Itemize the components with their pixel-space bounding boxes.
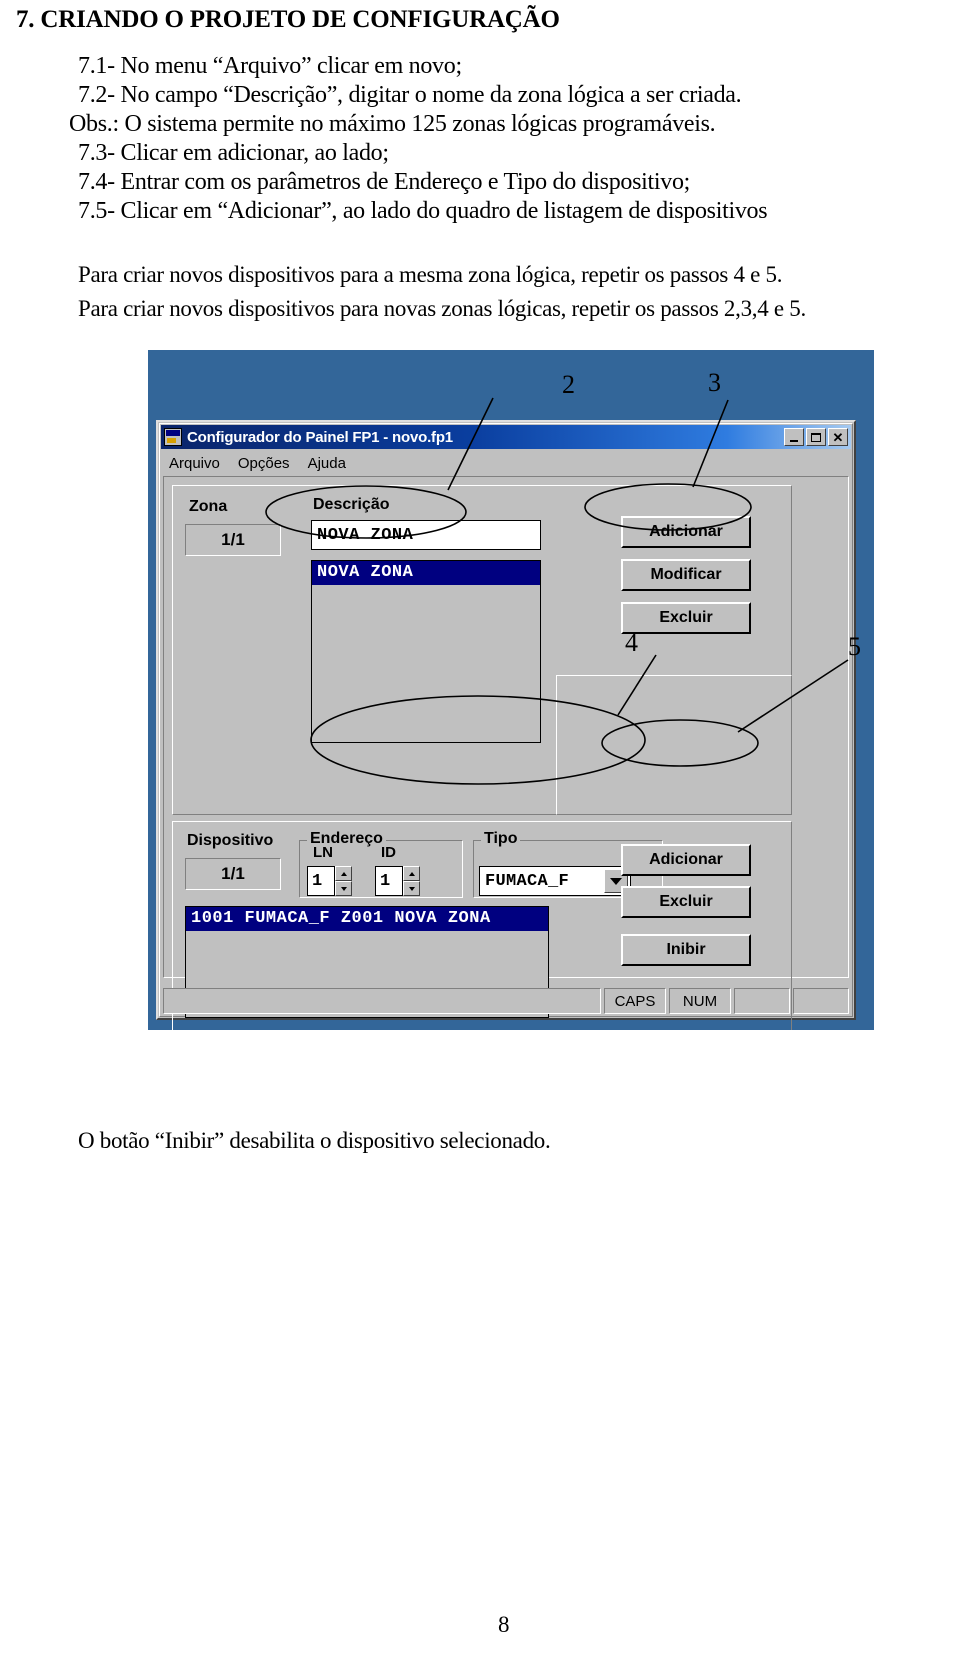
id-spin-up-icon[interactable] [403,866,420,881]
step-item: 7.5- Clicar em “Adicionar”, ao lado do q… [78,198,768,224]
tipo-select[interactable]: FUMACA_F [479,866,631,896]
device-list-item-selected[interactable]: 1001 FUMACA_F Z001 NOVA ZONA [186,907,548,931]
zone-listbox[interactable]: NOVA ZONA [311,560,541,743]
ln-stepper[interactable]: 1 [307,866,352,896]
ln-label: LN [313,844,333,861]
zona-modificar-button[interactable]: Modificar [621,559,751,591]
maximize-icon[interactable] [806,428,826,446]
step-item: 7.3- Clicar em adicionar, ao lado; [78,140,389,166]
ln-spin-buttons[interactable] [335,866,352,896]
tipo-label: Tipo [481,830,521,848]
window-titlebar: Configurador do Painel FP1 - novo.fp1 ✕ [161,425,851,449]
zona-excluir-button[interactable]: Excluir [621,602,751,634]
statusbar-extra-2 [793,988,849,1014]
page-title: 7. CRIANDO O PROJETO DE CONFIGURAÇÃO [16,6,560,33]
zone-list-item-selected[interactable]: NOVA ZONA [312,561,540,585]
dispositivo-excluir-button[interactable]: Excluir [621,886,751,918]
notes-block: Para criar novos dispositivos para a mes… [78,258,958,326]
callout-label-5: 5 [848,632,861,661]
dispositivo-label: Dispositivo [187,832,274,849]
window-statusbar: CAPS NUM [163,988,849,1014]
app-icon [164,428,182,446]
embedded-screenshot: Configurador do Painel FP1 - novo.fp1 ✕ … [148,350,874,1030]
step-item: 7.2- No campo “Descrição”, digitar o nom… [78,82,742,108]
menu-ajuda[interactable]: Ajuda [308,455,346,472]
callout-label-2: 2 [562,370,575,399]
window-menubar: Arquivo Opções Ajuda [163,452,849,474]
statusbar-num: NUM [669,988,731,1014]
page-number: 8 [498,1612,510,1637]
id-stepper[interactable]: 1 [375,866,420,896]
statusbar-message [163,988,601,1014]
steps-list: 7.1- No menu “Arquivo” clicar em novo; 7… [69,52,948,226]
id-spin-down-icon[interactable] [403,881,420,896]
document-page: 7. CRIANDO O PROJETO DE CONFIGURAÇÃO 7.1… [0,0,960,1662]
statusbar-extra-1 [734,988,790,1014]
zona-adicionar-button[interactable]: Adicionar [621,516,751,548]
window-title: Configurador do Painel FP1 - novo.fp1 [187,428,453,446]
step-note-obs: Obs.: O sistema permite no máximo 125 zo… [69,111,716,137]
ln-input[interactable]: 1 [307,866,335,896]
close-icon[interactable]: ✕ [828,428,848,446]
ln-spin-down-icon[interactable] [335,881,352,896]
callout-label-3: 3 [708,368,721,397]
descricao-label: Descrição [313,496,390,513]
step-item: 7.4- Entrar com os parâmetros de Endereç… [78,169,691,195]
id-spin-buttons[interactable] [403,866,420,896]
id-input[interactable]: 1 [375,866,403,896]
device-button-panel [556,675,792,815]
step-item: 7.1- No menu “Arquivo” clicar em novo; [78,53,462,79]
descricao-input[interactable]: NOVA ZONA [311,520,541,550]
window-client-area: Zona 1/1 Descrição NOVA ZONA NOVA ZONA A… [163,476,849,1030]
menu-opcoes[interactable]: Opções [238,455,290,472]
callout-label-4: 4 [625,628,638,657]
ln-spin-up-icon[interactable] [335,866,352,881]
statusbar-caps: CAPS [604,988,666,1014]
menu-arquivo[interactable]: Arquivo [169,455,220,472]
minimize-icon[interactable] [784,428,804,446]
footnote-text: O botão “Inibir” desabilita o dispositiv… [78,1128,551,1153]
note-item: Para criar novos dispositivos para a mes… [78,262,783,287]
application-window: Configurador do Painel FP1 - novo.fp1 ✕ … [156,420,856,1030]
zona-label: Zona [189,498,228,515]
titlebar-button-group: ✕ [784,428,848,446]
dispositivo-counter: 1/1 [185,858,281,890]
dispositivo-adicionar-button[interactable]: Adicionar [621,844,751,876]
zona-counter: 1/1 [185,524,281,556]
tipo-select-value: FUMACA_F [485,871,570,891]
id-label: ID [381,844,396,861]
note-item: Para criar novos dispositivos para novas… [78,296,806,321]
dispositivo-inibir-button[interactable]: Inibir [621,934,751,966]
